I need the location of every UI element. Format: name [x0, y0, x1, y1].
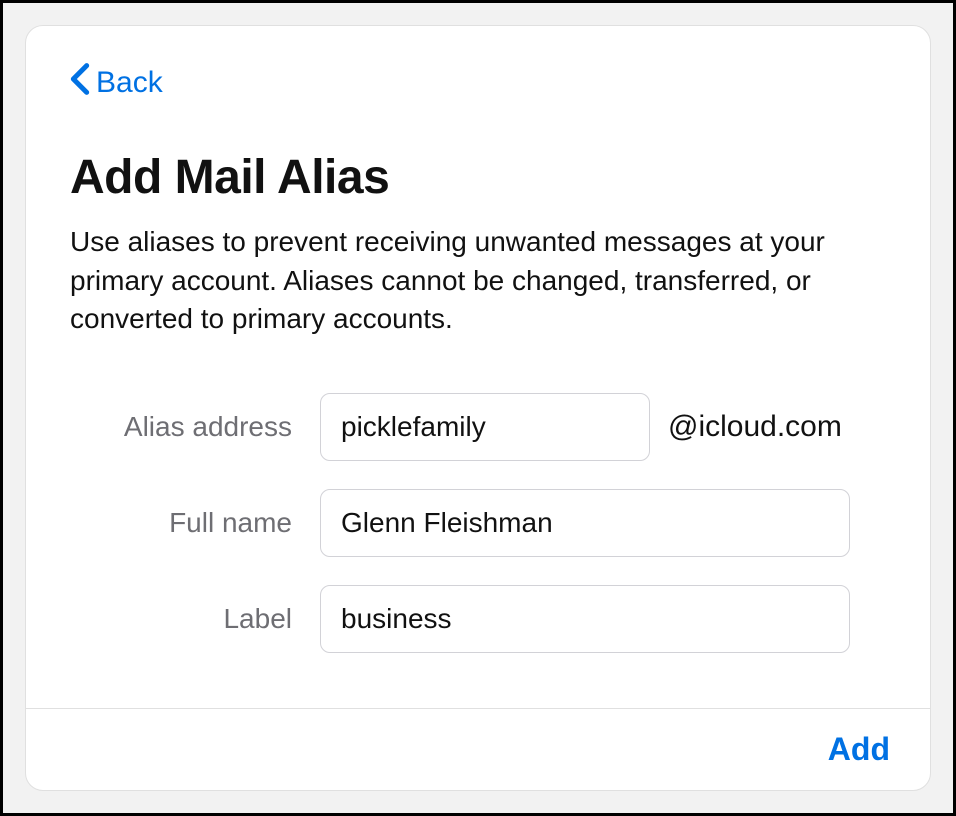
add-button[interactable]: Add [828, 731, 890, 768]
alias-address-input[interactable] [320, 393, 650, 461]
full-name-input[interactable] [320, 489, 850, 557]
chevron-left-icon [70, 62, 90, 104]
full-name-label: Full name [70, 507, 320, 539]
dialog-card: Back Add Mail Alias Use aliases to preve… [25, 25, 931, 791]
label-input[interactable] [320, 585, 850, 653]
dialog-footer: Add [26, 708, 930, 790]
page-title: Add Mail Alias [70, 150, 886, 205]
form-row-fullname: Full name [70, 489, 886, 557]
alias-address-label: Alias address [70, 411, 320, 443]
back-button-label: Back [96, 66, 163, 100]
alias-form: Alias address @icloud.com Full name Labe… [70, 393, 886, 653]
dialog-body: Back Add Mail Alias Use aliases to preve… [26, 26, 930, 708]
back-button[interactable]: Back [70, 62, 163, 104]
form-row-alias: Alias address @icloud.com [70, 393, 886, 461]
label-field-label: Label [70, 603, 320, 635]
form-row-label: Label [70, 585, 886, 653]
page-description: Use aliases to prevent receiving unwante… [70, 223, 886, 339]
alias-domain-suffix: @icloud.com [668, 410, 842, 444]
